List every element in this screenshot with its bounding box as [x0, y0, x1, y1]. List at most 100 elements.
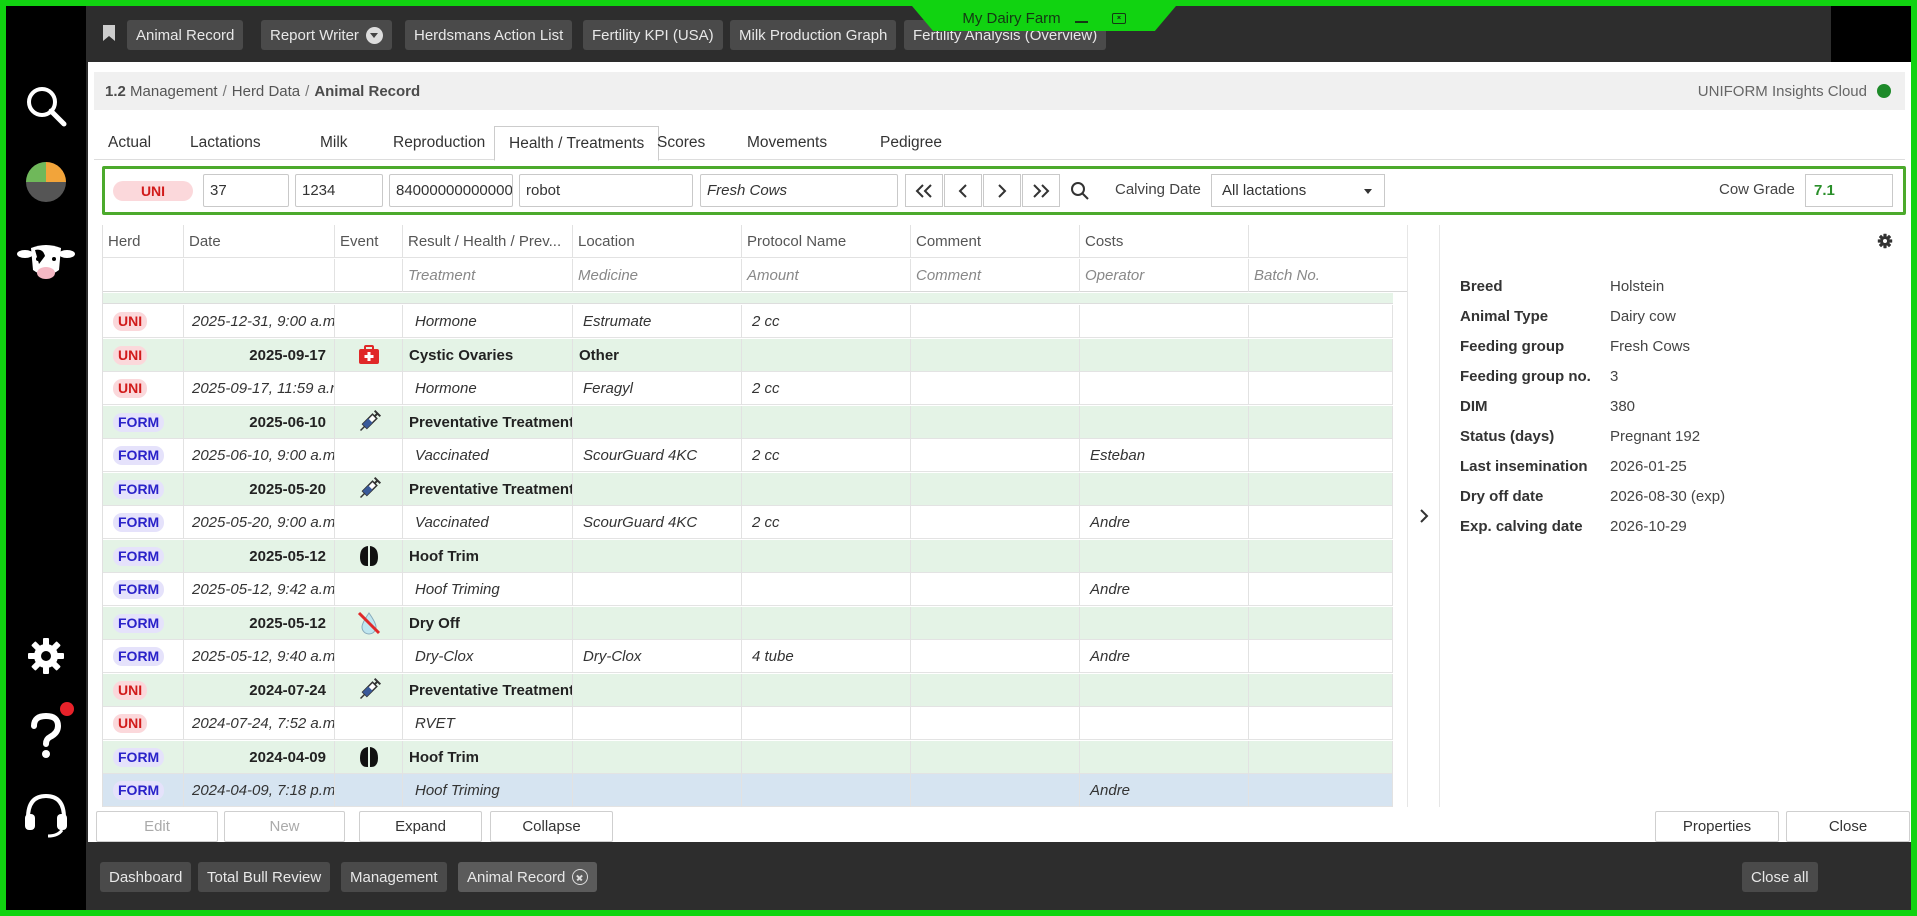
- animal-properties-panel: Breed Holstein Animal Type Dairy cow Feeding…: [1440, 225, 1905, 807]
- search-animal-icon[interactable]: [1061, 174, 1099, 207]
- last-record-button[interactable]: [1022, 174, 1060, 207]
- event-row[interactable]: UNI 2024-07-24 Preventative Treatment: [103, 673, 1393, 707]
- treatment-row[interactable]: FORM 2025-06-10, 9:00 a.m. Vaccinated Scour…: [103, 439, 1393, 472]
- animal-name-field[interactable]: robot: [519, 174, 693, 207]
- operator-cell: [1080, 372, 1249, 405]
- column-header[interactable]: Batch No.: [1249, 259, 1407, 292]
- footer-tab-total-bull-review[interactable]: Total Bull Review: [198, 862, 331, 892]
- expand-button[interactable]: Expand: [359, 811, 482, 842]
- column-header[interactable]: Treatment: [403, 259, 573, 292]
- quick-tab-report-writer[interactable]: Report Writer: [261, 20, 392, 50]
- operator-cell: [1080, 673, 1249, 707]
- column-header[interactable]: Location: [573, 225, 742, 258]
- column-header[interactable]: Result / Health / Prev...: [403, 225, 573, 258]
- tab-reproduction[interactable]: Reproduction: [379, 126, 499, 160]
- treatment-row[interactable]: FORM 2025-05-12, 9:40 a.m. Dry-Clox Dry-Clo…: [103, 640, 1393, 673]
- result-cell: Hoof Trim: [403, 740, 573, 774]
- column-header[interactable]: Herd: [103, 225, 184, 258]
- tab-milk[interactable]: Milk: [306, 126, 362, 160]
- new-button[interactable]: New: [224, 811, 345, 842]
- window-close-icon[interactable]: [1111, 13, 1126, 24]
- expand-panel-toggle[interactable]: [1407, 225, 1440, 807]
- cow-icon[interactable]: [6, 232, 86, 292]
- bookmark-icon[interactable]: [102, 24, 116, 47]
- property-row: Feeding group Fresh Cows: [1460, 331, 1690, 361]
- result-cell: Hormone: [403, 372, 573, 405]
- quick-tab-milk-production-graph[interactable]: Milk Production Graph: [730, 20, 897, 50]
- column-header[interactable]: Medicine: [573, 259, 742, 292]
- footer-tab-animal-record[interactable]: Animal Record: [458, 862, 598, 892]
- herd-badge: FORM: [113, 412, 165, 432]
- tab-actual[interactable]: Actual: [94, 126, 165, 160]
- property-value: 2026-01-25: [1610, 457, 1687, 475]
- treatment-row[interactable]: FORM 2025-05-12, 9:42 a.m. Hoof Triming And…: [103, 573, 1393, 606]
- treatment-row[interactable]: UNI 2025-09-17, 11:59 a.m. Hormone Feragyl 2…: [103, 372, 1393, 405]
- first-record-button[interactable]: [905, 174, 943, 207]
- column-header[interactable]: Costs: [1080, 225, 1249, 258]
- panel-settings-gear-icon[interactable]: [1877, 233, 1893, 254]
- comment-cell: [911, 539, 1080, 573]
- comment-cell: [911, 372, 1080, 405]
- group-field[interactable]: Fresh Cows: [700, 174, 898, 207]
- previous-record-button[interactable]: [944, 174, 982, 207]
- lactation-select[interactable]: All lactations: [1211, 174, 1385, 207]
- column-header[interactable]: Protocol Name: [742, 225, 911, 258]
- treatment-row[interactable]: UNI 2024-07-24, 7:52 a.m. RVET: [103, 707, 1393, 740]
- column-header[interactable]: Comment: [911, 225, 1080, 258]
- protocol-cell: [742, 472, 911, 506]
- location-cell: ScourGuard 4KC: [573, 439, 742, 472]
- footer-tab-dashboard[interactable]: Dashboard: [100, 862, 192, 892]
- treatment-row[interactable]: UNI 2025-12-31, 9:00 a.m. Hormone Estrumate…: [103, 305, 1393, 338]
- column-header[interactable]: [1249, 225, 1407, 258]
- search-icon[interactable]: [6, 76, 86, 136]
- tab-movements[interactable]: Movements: [733, 126, 841, 160]
- event-row[interactable]: UNI 2025-09-17 Cystic Ovaries Other: [103, 338, 1393, 372]
- edit-button[interactable]: Edit: [96, 811, 218, 842]
- collapse-button[interactable]: Collapse: [490, 811, 613, 842]
- tab-health-treatments[interactable]: Health / Treatments: [494, 126, 660, 161]
- close-button[interactable]: Close: [1786, 811, 1910, 842]
- column-header[interactable]: [184, 259, 335, 292]
- herd-cell: FORM: [103, 774, 184, 807]
- herd-cell: FORM: [103, 472, 184, 506]
- help-question-icon[interactable]: [6, 706, 86, 766]
- eid-field[interactable]: 84000000000000: [389, 174, 513, 207]
- tab-lactations[interactable]: Lactations: [176, 126, 275, 160]
- tab-scores[interactable]: Scores: [643, 126, 719, 160]
- quick-tab-fertility-kpi[interactable]: Fertility KPI (USA): [583, 20, 723, 50]
- column-header[interactable]: Date: [184, 225, 335, 258]
- operator-cell: [1080, 740, 1249, 774]
- treatment-row[interactable]: FORM 2025-05-20, 9:00 a.m. Vaccinated Scour…: [103, 506, 1393, 539]
- column-header[interactable]: Event: [335, 225, 403, 258]
- tab-pedigree[interactable]: Pedigree: [866, 126, 956, 160]
- event-row[interactable]: FORM 2025-05-12 Hoof Trim: [103, 539, 1393, 573]
- headset-support-icon[interactable]: [6, 784, 86, 844]
- column-header[interactable]: Operator: [1080, 259, 1249, 292]
- syringe-icon: [335, 409, 402, 435]
- column-header[interactable]: Comment: [911, 259, 1080, 292]
- quick-tab-herdsmans-action-list[interactable]: Herdsmans Action List: [405, 20, 573, 50]
- close-tab-icon[interactable]: [572, 869, 589, 885]
- animal-number-field[interactable]: 37: [203, 174, 289, 207]
- pie-chart-icon[interactable]: [6, 150, 86, 210]
- close-all-button[interactable]: Close all: [1742, 862, 1818, 892]
- herd-badge[interactable]: UNI: [113, 181, 193, 201]
- animal-id-field[interactable]: 1234: [295, 174, 383, 207]
- properties-button[interactable]: Properties: [1655, 811, 1779, 842]
- event-row[interactable]: FORM 2024-04-09 Hoof Trim: [103, 740, 1393, 774]
- event-row[interactable]: FORM 2025-06-10 Preventative Treatment: [103, 405, 1393, 439]
- breadcrumb-herd-data[interactable]: Herd Data: [232, 83, 300, 100]
- quick-tab-animal-record[interactable]: Animal Record: [127, 20, 244, 50]
- treatment-row[interactable]: FORM 2024-04-09, 7:18 p.m. Hoof Triming And…: [103, 774, 1393, 807]
- column-header[interactable]: Amount: [742, 259, 911, 292]
- next-record-button[interactable]: [983, 174, 1021, 207]
- event-row[interactable]: FORM 2025-05-20 Preventative Treatment: [103, 472, 1393, 506]
- breadcrumb-management[interactable]: Management: [130, 83, 218, 100]
- event-row[interactable]: FORM 2025-05-12 Dry Off: [103, 606, 1393, 640]
- settings-gear-icon[interactable]: [6, 626, 86, 686]
- footer-tab-management[interactable]: Management: [341, 862, 447, 892]
- column-header[interactable]: [335, 259, 403, 292]
- column-header[interactable]: [103, 259, 184, 292]
- minimize-icon[interactable]: [1074, 20, 1088, 23]
- dropdown-caret-icon[interactable]: [365, 26, 383, 44]
